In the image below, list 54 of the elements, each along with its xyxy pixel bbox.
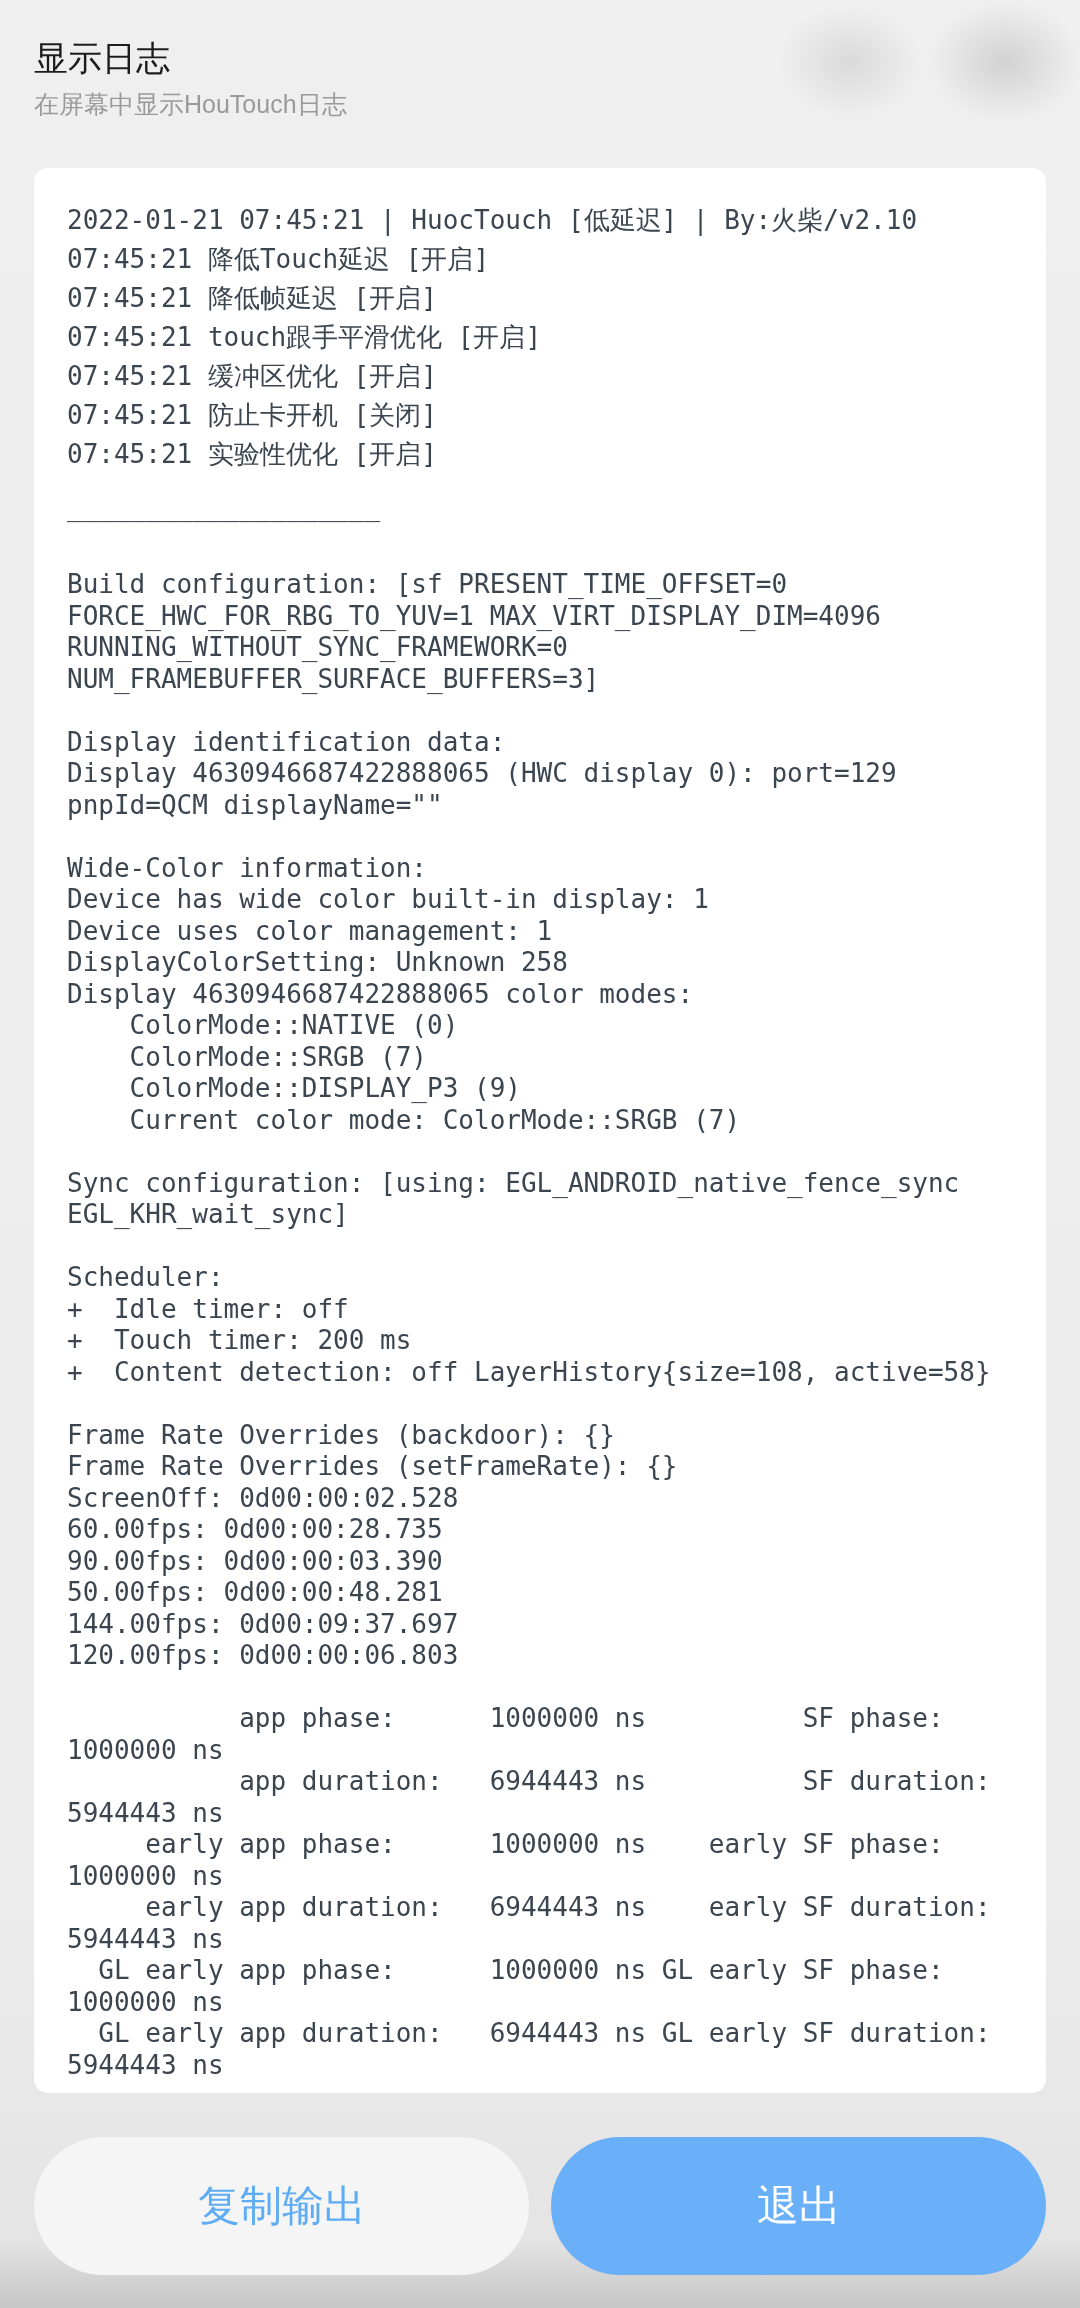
log-line: 07:45:21 降低Touch延迟 [开启]	[67, 243, 490, 276]
log-line: 1000000 ns	[67, 1734, 224, 1766]
log-line: app duration: 6944443 ns SF duration:	[238, 1766, 991, 1798]
log-line: + Content detection: off LayerHistory{size=108, active=58}	[67, 1356, 991, 1388]
log-line: GL early app phase: 1000000 ns GL early SF phase:	[97, 1955, 944, 1987]
log-line: Wide-Color information:	[67, 852, 428, 884]
log-line: RUNNING_WITHOUT_SYNC_FRAMEWORK=0	[67, 632, 568, 664]
log-line: Scheduler:	[67, 1262, 224, 1294]
log-line: Current color mode: ColorMode::SRGB (7)	[128, 1104, 741, 1136]
exit-button[interactable]: 退出	[551, 2137, 1046, 2275]
log-line: 07:45:21 防止卡开机 [关闭]	[67, 399, 437, 432]
log-line: early app duration: 6944443 ns early SF duration:	[144, 1892, 991, 1924]
log-line: Sync configuration: [using: EGL_ANDROID_native_fence_sync	[67, 1167, 960, 1199]
log-line: Device has wide color built-in display: 1	[67, 884, 709, 916]
log-line: Device uses color management: 1	[67, 915, 553, 947]
log-line: 07:45:21 缓冲区优化 [开启]	[67, 360, 437, 393]
log-line: ColorMode::NATIVE (0)	[128, 1010, 459, 1042]
log-line: 07:45:21 降低帧延迟 [开启]	[67, 282, 437, 315]
log-line: + Touch timer: 200 ms	[67, 1325, 412, 1357]
log-line: 1000000 ns	[67, 1860, 224, 1892]
log-line: 120.00fps: 0d00:00:06.803	[67, 1640, 459, 1672]
log-line: ColorMode::SRGB (7)	[128, 1041, 428, 1073]
log-line: DisplayColorSetting: Unknown 258	[67, 947, 568, 979]
log-line: Display 4630946687422888065 color modes:	[67, 978, 694, 1010]
log-line: 1000000 ns	[67, 1986, 224, 2018]
log-line: 07:45:21 touch跟手平滑优化 [开启]	[67, 321, 542, 354]
log-line: GL early app duration: 6944443 ns GL early SF duration:	[97, 2018, 991, 2050]
log-line: + Idle timer: off	[67, 1293, 349, 1325]
log-line: NUM_FRAMEBUFFER_SURFACE_BUFFERS=3]	[67, 663, 600, 695]
log-line: pnpId=QCM displayName=""	[67, 789, 443, 821]
log-line: ColorMode::DISPLAY_P3 (9)	[128, 1073, 521, 1105]
log-line: app phase: 1000000 ns SF phase:	[238, 1703, 944, 1735]
log-line: 2022-01-21 07:45:21 | HuocTouch [低延迟] | By:火柴/v2.10	[67, 204, 918, 238]
log-line: EGL_KHR_wait_sync]	[67, 1199, 349, 1231]
log-line: Display 4630946687422888065 (HWC display 0): port=129	[67, 758, 897, 790]
page-subtitle: 在屏幕中显示HouTouch日志	[34, 89, 348, 120]
log-line: 60.00fps: 0d00:00:28.735	[67, 1514, 443, 1546]
log-line: 07:45:21 实验性优化 [开启]	[67, 438, 437, 471]
log-line: Frame Rate Overrides (setFrameRate): {}	[67, 1451, 678, 1483]
log-line: FORCE_HWC_FOR_RBG_TO_YUV=1 MAX_VIRT_DISPLAY_DIM=4096	[67, 600, 881, 632]
log-line: Build configuration: [sf PRESENT_TIME_OFFSET=0	[67, 569, 788, 601]
log-line: 5944443 ns	[67, 1923, 224, 1955]
log-line: Display identification data:	[67, 726, 506, 758]
log-line: 5944443 ns	[67, 1797, 224, 1829]
log-line: 50.00fps: 0d00:00:48.281	[67, 1577, 443, 1609]
log-line: early app phase: 1000000 ns early SF phase:	[144, 1829, 944, 1861]
separator-line: ____________________	[67, 491, 381, 524]
log-line: Frame Rate Overrides (backdoor): {}	[67, 1419, 615, 1451]
copy-output-button[interactable]: 复制输出	[34, 2137, 529, 2275]
log-line: 5944443 ns	[67, 2049, 224, 2081]
page-title: 显示日志	[34, 37, 171, 80]
log-line: ScreenOff: 0d00:00:02.528	[67, 1482, 459, 1514]
log-line: 144.00fps: 0d00:09:37.697	[67, 1608, 459, 1640]
log-line: 90.00fps: 0d00:00:03.390	[67, 1545, 443, 1577]
